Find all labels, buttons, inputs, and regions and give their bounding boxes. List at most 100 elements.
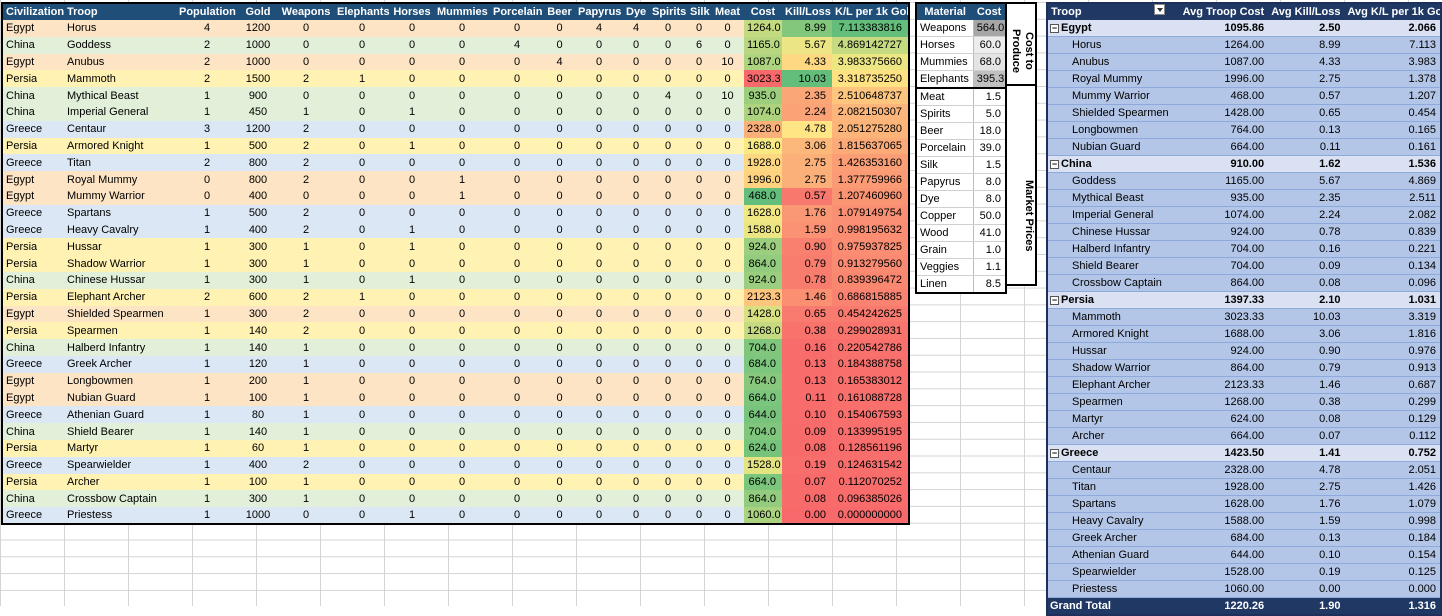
- value-cell[interactable]: 2: [278, 305, 334, 323]
- pivot-value[interactable]: 0.57: [1268, 87, 1345, 106]
- pivot-troop-name[interactable]: Chinese Hussar: [1047, 223, 1172, 242]
- value-cell[interactable]: 0: [544, 389, 575, 407]
- pivot-row[interactable]: Centaur 2328.00 4.78 2.051: [1047, 461, 1441, 480]
- value-cell[interactable]: 0: [575, 53, 623, 71]
- material-cost[interactable]: 395.3: [972, 70, 1006, 89]
- material-name[interactable]: Linen: [916, 275, 974, 294]
- value-cell[interactable]: 0: [544, 423, 575, 440]
- pivot-row[interactable]: Royal Mummy 1996.00 2.75 1.378: [1047, 70, 1441, 89]
- value-cell[interactable]: 0: [544, 305, 575, 323]
- pivot-troop-name[interactable]: Elephant Archer: [1047, 376, 1172, 395]
- value-cell[interactable]: 400: [238, 456, 278, 474]
- value-cell[interactable]: 1000: [238, 36, 278, 54]
- kill-loss-cell[interactable]: 0.38: [782, 322, 832, 340]
- kill-loss-cell[interactable]: 0.13: [782, 355, 832, 373]
- value-cell[interactable]: 0: [390, 372, 434, 390]
- pivot-value[interactable]: 924.00: [1171, 223, 1269, 242]
- value-cell[interactable]: 0: [334, 406, 390, 424]
- value-cell[interactable]: 0: [711, 70, 744, 88]
- value-cell[interactable]: 0: [687, 439, 711, 457]
- value-cell[interactable]: 0: [649, 36, 687, 54]
- kill-loss-cell[interactable]: 1.46: [782, 288, 832, 306]
- kill-loss-cell[interactable]: 10.03: [782, 70, 832, 88]
- pivot-troop-name[interactable]: Titan: [1047, 478, 1172, 497]
- group-value[interactable]: 910.00: [1171, 155, 1269, 174]
- kl-per-gold-cell[interactable]: 0.112070252: [832, 473, 909, 491]
- material-cost[interactable]: 5.0: [972, 105, 1006, 124]
- pivot-value[interactable]: 4.33: [1268, 53, 1345, 72]
- kill-loss-cell[interactable]: 4.78: [782, 120, 832, 138]
- kill-loss-cell[interactable]: 0.16: [782, 339, 832, 356]
- pivot-row[interactable]: Spearmen 1268.00 0.38 0.299: [1047, 393, 1441, 412]
- value-cell[interactable]: 0: [687, 171, 711, 188]
- value-cell[interactable]: 0: [544, 322, 575, 340]
- pivot-row[interactable]: Chinese Hussar 924.00 0.78 0.839: [1047, 223, 1441, 242]
- column-header[interactable]: Porcelain: [490, 3, 544, 20]
- value-cell[interactable]: 0: [575, 490, 623, 508]
- value-cell[interactable]: 0: [623, 53, 649, 71]
- value-cell[interactable]: 0: [334, 507, 390, 525]
- value-cell[interactable]: 0: [334, 53, 390, 71]
- material-cost[interactable]: 1.1: [972, 258, 1006, 277]
- pivot-value[interactable]: 0.65: [1268, 104, 1345, 123]
- kl-per-gold-cell[interactable]: 0.913279560: [832, 255, 909, 272]
- pivot-row[interactable]: Spearwielder 1528.00 0.19 0.125: [1047, 563, 1441, 582]
- value-cell[interactable]: 0: [434, 389, 490, 407]
- group-value[interactable]: 1.031: [1344, 291, 1441, 310]
- value-cell[interactable]: 0: [623, 288, 649, 306]
- pivot-row[interactable]: Martyr 624.00 0.08 0.129: [1047, 410, 1441, 429]
- material-name[interactable]: Papyrus: [916, 173, 974, 192]
- troop-cell[interactable]: Royal Mummy: [64, 171, 176, 188]
- value-cell[interactable]: 1: [176, 238, 238, 256]
- value-cell[interactable]: 0: [544, 103, 575, 121]
- value-cell[interactable]: 1: [176, 204, 238, 222]
- value-cell[interactable]: 0: [490, 271, 544, 289]
- material-cost[interactable]: 68.0: [972, 53, 1006, 72]
- pivot-troop-name[interactable]: Imperial General: [1047, 206, 1172, 225]
- kill-loss-cell[interactable]: 3.06: [782, 137, 832, 155]
- value-cell[interactable]: 2: [278, 322, 334, 340]
- kill-loss-cell[interactable]: 5.67: [782, 36, 832, 54]
- value-cell[interactable]: 0: [687, 137, 711, 155]
- pivot-troop-name[interactable]: Centaur: [1047, 461, 1172, 480]
- value-cell[interactable]: 0: [334, 154, 390, 172]
- value-cell[interactable]: 0: [711, 322, 744, 340]
- value-cell[interactable]: 0: [711, 204, 744, 222]
- value-cell[interactable]: 0: [490, 87, 544, 104]
- value-cell[interactable]: 0: [434, 507, 490, 525]
- kill-loss-cell[interactable]: 2.75: [782, 154, 832, 172]
- material-name[interactable]: Porcelain: [916, 139, 974, 158]
- value-cell[interactable]: 0: [575, 137, 623, 155]
- value-cell[interactable]: 0: [575, 305, 623, 323]
- value-cell[interactable]: 0: [711, 36, 744, 54]
- civilization-cell[interactable]: Greece: [2, 456, 64, 474]
- cost-cell[interactable]: 2123.3: [744, 288, 782, 306]
- value-cell[interactable]: 0: [649, 154, 687, 172]
- value-cell[interactable]: 0: [623, 271, 649, 289]
- civilization-cell[interactable]: Greece: [2, 355, 64, 373]
- value-cell[interactable]: 1: [176, 389, 238, 407]
- cost-cell[interactable]: 1588.0: [744, 221, 782, 239]
- value-cell[interactable]: 0: [334, 87, 390, 104]
- pivot-value[interactable]: 1.378: [1344, 70, 1441, 89]
- pivot-value[interactable]: 0.09: [1268, 257, 1345, 276]
- value-cell[interactable]: 2: [278, 120, 334, 138]
- pivot-value[interactable]: 1628.00: [1171, 495, 1269, 514]
- cost-cell[interactable]: 1268.0: [744, 322, 782, 340]
- value-cell[interactable]: 2: [176, 70, 238, 88]
- pivot-value[interactable]: 0.125: [1344, 563, 1441, 582]
- kl-per-gold-cell[interactable]: 0.454242625: [832, 305, 909, 323]
- pivot-value[interactable]: 684.00: [1171, 529, 1269, 548]
- value-cell[interactable]: 0: [390, 171, 434, 188]
- material-cost[interactable]: 1.0: [972, 241, 1006, 260]
- value-cell[interactable]: 0: [687, 406, 711, 424]
- value-cell[interactable]: 0: [623, 423, 649, 440]
- pivot-value[interactable]: 1264.00: [1171, 36, 1269, 55]
- kill-loss-cell[interactable]: 0.10: [782, 406, 832, 424]
- value-cell[interactable]: 0: [490, 372, 544, 390]
- value-cell[interactable]: 0: [434, 271, 490, 289]
- value-cell[interactable]: 0: [711, 473, 744, 491]
- value-cell[interactable]: 0: [623, 389, 649, 407]
- pivot-troop-name[interactable]: Spartans: [1047, 495, 1172, 514]
- value-cell[interactable]: 0: [390, 20, 434, 37]
